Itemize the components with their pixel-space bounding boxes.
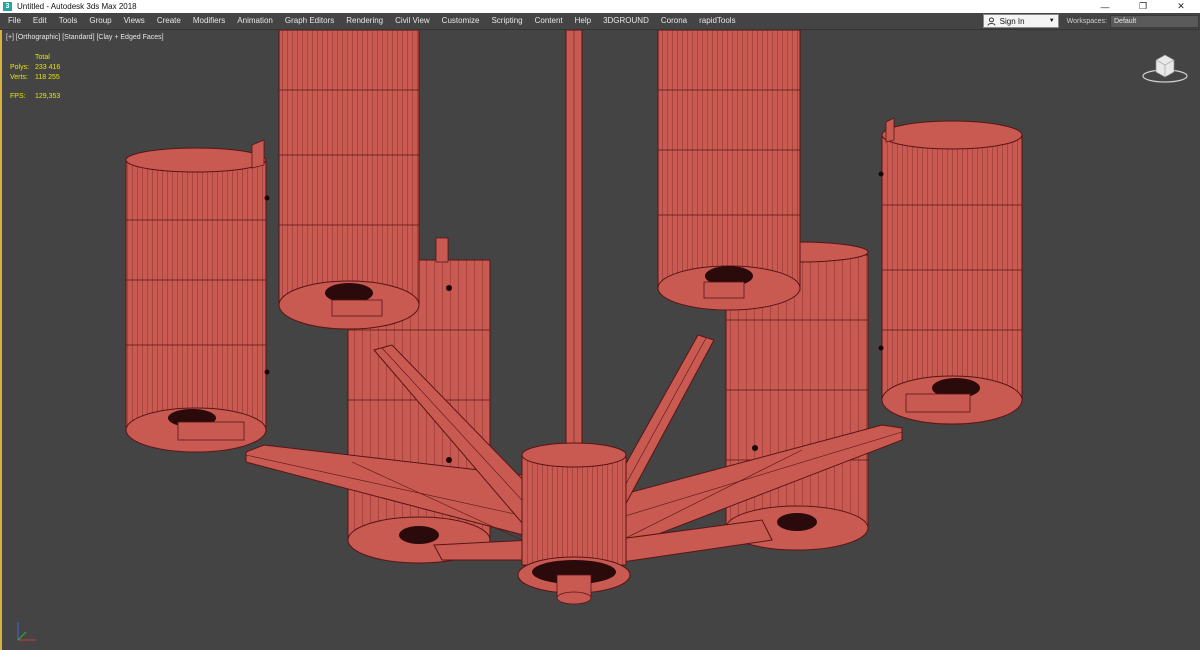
menu-item-file[interactable]: File [0,13,27,29]
axis-tripod-icon [17,622,36,641]
viewport-label[interactable]: [+] [Orthographic] [Standard] [Clay + Ed… [6,34,164,41]
stats-fps-row: FPS: 129,353 [10,92,60,102]
menu-item-content[interactable]: Content [529,13,569,29]
workspaces-select[interactable]: Default [1110,14,1199,28]
menu-item-animation[interactable]: Animation [231,13,279,29]
menu-item-civil-view[interactable]: Civil View [389,13,436,29]
menu-right: Sign In ▼ Workspaces: Default [982,13,1200,29]
menu-item-rendering[interactable]: Rendering [340,13,389,29]
menu-item-modifiers[interactable]: Modifiers [187,13,231,29]
perspective-viewport[interactable]: [+] [Orthographic] [Standard] [Clay + Ed… [0,30,1200,650]
menu-item-scripting[interactable]: Scripting [485,13,528,29]
menu-item-edit[interactable]: Edit [27,13,53,29]
fps-value: 129,353 [35,93,61,100]
title-bar: 3 Untitled - Autodesk 3ds Max 2018 — ❐ ✕ [0,0,1200,13]
stats-header: Total [35,54,50,61]
polys-label: Polys: [10,64,30,71]
verts-value: 118 255 [35,74,60,81]
menu-item-group[interactable]: Group [83,13,117,29]
lamp-shade [125,139,270,453]
lamp-shade [657,30,801,311]
central-hub [517,442,631,605]
menu-item-create[interactable]: Create [151,13,187,29]
menu-item-customize[interactable]: Customize [436,13,486,29]
3ds-max-icon[interactable]: 3 [3,2,12,11]
sign-in-label: Sign In [999,16,1025,26]
polys-value: 233 416 [35,64,61,71]
user-icon [986,15,998,27]
statistics-overlay: Total Polys: 233 416 Verts: 118 255 FPS:… [10,53,60,102]
menu-item-help[interactable]: Help [569,13,597,29]
stats-polys-row: Polys: 233 416 [10,63,60,73]
sign-in-dropdown[interactable]: Sign In ▼ [982,14,1059,28]
menu-item-3dground[interactable]: 3DGROUND [597,13,655,29]
menu-item-rapidtools[interactable]: rapidTools [693,13,741,29]
center-rod [565,30,583,446]
lamp-shade [278,30,420,330]
stats-verts-row: Verts: 118 255 [10,73,60,83]
fps-label: FPS: [10,93,26,100]
menu-item-tools[interactable]: Tools [53,13,84,29]
chevron-down-icon: ▼ [1048,18,1055,24]
workspaces-label: Workspaces: [1066,17,1107,25]
restore-button[interactable]: ❐ [1124,0,1162,13]
menu-item-views[interactable]: Views [118,13,151,29]
menu-item-corona[interactable]: Corona [655,13,693,29]
menu-bar: File Edit Tools Group Views Create Modifiers An… [0,13,1200,30]
viewcube-icon[interactable] [1140,50,1190,84]
close-button[interactable]: ✕ [1162,0,1200,13]
app-window: 3 Untitled - Autodesk 3ds Max 2018 — ❐ ✕… [0,0,1200,650]
verts-label: Verts: [10,74,28,81]
lamp-shade [878,117,1023,425]
chandelier-model [125,30,1023,605]
menu-item-graph-editors[interactable]: Graph Editors [279,13,340,29]
minimize-button[interactable]: — [1086,0,1124,13]
menu-items: File Edit Tools Group Views Create Modifiers An… [0,13,742,29]
window-title: Untitled - Autodesk 3ds Max 2018 [17,2,137,11]
